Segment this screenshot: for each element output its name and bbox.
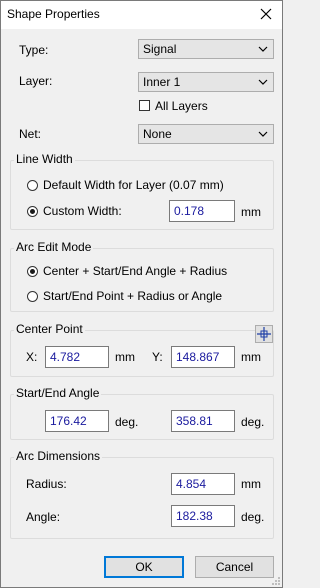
angle-label: Angle: <box>26 510 61 524</box>
center-mode-radio[interactable] <box>27 266 38 277</box>
dialog-title: Shape Properties <box>7 7 100 21</box>
close-icon <box>260 8 272 20</box>
all-layers-checkbox[interactable] <box>139 100 150 111</box>
type-value: Signal <box>143 42 177 56</box>
title-bar[interactable]: Shape Properties <box>1 1 282 29</box>
type-label: Type: <box>19 43 49 57</box>
center-point-group: Center Point X: 4.782 mm Y: 148.867 mm <box>10 322 274 377</box>
chevron-down-icon <box>258 46 268 52</box>
close-button[interactable] <box>254 3 278 25</box>
arc-dimensions-group: Arc Dimensions Radius: 4.854 mm Angle: 1… <box>10 449 274 539</box>
chevron-down-icon <box>258 131 268 137</box>
default-width-label: Default Width for Layer (0.07 mm) <box>43 178 224 192</box>
line-width-title: Line Width <box>14 152 75 166</box>
chevron-down-icon <box>258 79 268 85</box>
all-layers-label: All Layers <box>155 99 208 113</box>
start-end-angle-group: Start/End Angle 176.42 deg. 358.81 deg. <box>10 386 274 440</box>
arc-edit-mode-title: Arc Edit Mode <box>14 240 94 254</box>
net-select[interactable]: None <box>138 124 274 144</box>
custom-width-field[interactable]: 0.178 <box>169 200 235 222</box>
crosshair-icon <box>257 327 271 341</box>
custom-width-radio[interactable] <box>27 206 38 217</box>
center-y-unit: mm <box>241 350 261 364</box>
center-x-unit: mm <box>115 350 135 364</box>
layer-select[interactable]: Inner 1 <box>138 72 274 92</box>
layer-label: Layer: <box>19 74 53 88</box>
radius-field[interactable]: 4.854 <box>171 473 235 495</box>
center-y-field[interactable]: 148.867 <box>171 346 235 368</box>
arc-dimensions-title: Arc Dimensions <box>14 449 103 463</box>
radius-unit: mm <box>241 477 261 491</box>
angle-field[interactable]: 182.38 <box>171 505 235 527</box>
custom-width-label: Custom Width: <box>43 204 122 218</box>
arc-edit-mode-group: Arc Edit Mode Center + Start/End Angle +… <box>10 240 274 312</box>
pick-center-button[interactable] <box>255 325 273 343</box>
net-value: None <box>143 127 172 141</box>
start-angle-field[interactable]: 176.42 <box>45 410 109 432</box>
cancel-button-label: Cancel <box>215 560 254 574</box>
ok-button[interactable]: OK <box>104 556 184 578</box>
center-y-label: Y: <box>152 350 163 364</box>
center-x-field[interactable]: 4.782 <box>45 346 109 368</box>
endpoint-mode-label: Start/End Point + Radius or Angle <box>43 289 223 303</box>
type-select[interactable]: Signal <box>138 39 274 59</box>
cancel-button[interactable]: Cancel <box>195 556 274 578</box>
line-width-group: Line Width Default Width for Layer (0.07… <box>10 152 274 230</box>
custom-width-unit: mm <box>241 205 261 219</box>
center-point-title: Center Point <box>14 322 85 336</box>
radius-label: Radius: <box>26 477 67 491</box>
end-angle-field[interactable]: 358.81 <box>171 410 235 432</box>
end-angle-unit: deg. <box>241 415 265 429</box>
shape-properties-dialog: Shape Properties Type: Signal Layer: Inn… <box>0 0 283 588</box>
ok-button-label: OK <box>135 560 153 574</box>
center-x-label: X: <box>26 350 38 364</box>
layer-value: Inner 1 <box>143 75 181 89</box>
net-label: Net: <box>19 127 42 141</box>
endpoint-mode-radio[interactable] <box>27 291 38 302</box>
center-mode-label: Center + Start/End Angle + Radius <box>43 264 228 278</box>
resize-grip-icon[interactable] <box>271 576 281 586</box>
start-angle-unit: deg. <box>115 415 139 429</box>
start-end-angle-title: Start/End Angle <box>14 386 102 400</box>
default-width-radio[interactable] <box>27 180 38 191</box>
angle-unit: deg. <box>241 510 265 524</box>
